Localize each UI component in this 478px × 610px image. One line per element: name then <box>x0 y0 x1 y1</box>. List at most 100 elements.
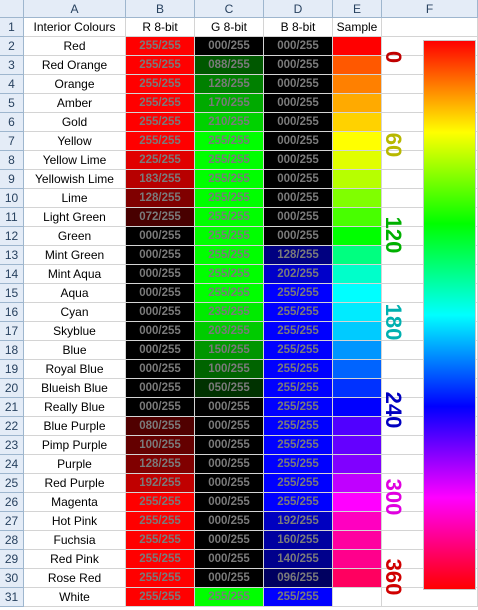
blue-value-cell[interactable]: 000/255 <box>264 94 333 113</box>
colour-name-cell[interactable]: Green <box>24 227 126 246</box>
red-value-cell[interactable]: 000/255 <box>126 246 195 265</box>
row-header[interactable]: 5 <box>0 94 24 113</box>
blue-value-cell[interactable]: 255/255 <box>264 379 333 398</box>
column-header-d[interactable]: D <box>264 0 333 18</box>
green-value-cell[interactable]: 000/255 <box>195 531 264 550</box>
red-value-cell[interactable]: 100/255 <box>126 436 195 455</box>
sample-swatch-cell[interactable] <box>333 493 382 512</box>
row-header[interactable]: 27 <box>0 512 24 531</box>
blue-value-cell[interactable]: 140/255 <box>264 550 333 569</box>
sample-swatch-cell[interactable] <box>333 265 382 284</box>
sample-swatch-cell[interactable] <box>333 75 382 94</box>
green-value-cell[interactable]: 255/255 <box>195 189 264 208</box>
colour-name-cell[interactable]: Aqua <box>24 284 126 303</box>
green-value-cell[interactable]: 170/255 <box>195 94 264 113</box>
column-header-e[interactable]: E <box>333 0 382 18</box>
red-value-cell[interactable]: 255/255 <box>126 550 195 569</box>
row-header[interactable]: 19 <box>0 360 24 379</box>
red-value-cell[interactable]: 255/255 <box>126 75 195 94</box>
row-header[interactable]: 18 <box>0 341 24 360</box>
blue-value-cell[interactable]: 128/255 <box>264 246 333 265</box>
blue-value-cell[interactable]: 255/255 <box>264 588 333 607</box>
red-value-cell[interactable]: 000/255 <box>126 360 195 379</box>
colour-name-cell[interactable]: Red <box>24 37 126 56</box>
row-header[interactable]: 11 <box>0 208 24 227</box>
colour-name-cell[interactable]: Mint Green <box>24 246 126 265</box>
blue-value-cell[interactable]: 192/255 <box>264 512 333 531</box>
blue-value-cell[interactable]: 096/255 <box>264 569 333 588</box>
green-value-cell[interactable]: 100/255 <box>195 360 264 379</box>
colour-name-cell[interactable]: Really Blue <box>24 398 126 417</box>
blue-value-cell[interactable]: 000/255 <box>264 56 333 75</box>
blue-value-cell[interactable]: 000/255 <box>264 151 333 170</box>
sample-swatch-cell[interactable] <box>333 37 382 56</box>
colour-name-cell[interactable]: Magenta <box>24 493 126 512</box>
green-value-cell[interactable]: 255/255 <box>195 284 264 303</box>
row-header[interactable]: 20 <box>0 379 24 398</box>
row-header[interactable]: 26 <box>0 493 24 512</box>
blue-value-cell[interactable]: 255/255 <box>264 455 333 474</box>
colour-name-cell[interactable]: Red Purple <box>24 474 126 493</box>
row-header[interactable]: 29 <box>0 550 24 569</box>
row-header[interactable]: 24 <box>0 455 24 474</box>
sample-swatch-cell[interactable] <box>333 94 382 113</box>
blue-value-cell[interactable]: 000/255 <box>264 37 333 56</box>
row-header[interactable]: 7 <box>0 132 24 151</box>
row-header[interactable]: 6 <box>0 113 24 132</box>
red-value-cell[interactable]: 000/255 <box>126 227 195 246</box>
blue-value-cell[interactable]: 000/255 <box>264 227 333 246</box>
colour-name-cell[interactable]: Blue <box>24 341 126 360</box>
row-header[interactable]: 23 <box>0 436 24 455</box>
row-header[interactable]: 2 <box>0 37 24 56</box>
sample-swatch-cell[interactable] <box>333 284 382 303</box>
column-header-f[interactable]: F <box>382 0 478 18</box>
red-value-cell[interactable]: 000/255 <box>126 284 195 303</box>
blue-value-cell[interactable]: 255/255 <box>264 360 333 379</box>
blue-value-cell[interactable]: 255/255 <box>264 417 333 436</box>
blue-value-cell[interactable]: 255/255 <box>264 474 333 493</box>
blue-value-cell[interactable]: 000/255 <box>264 75 333 94</box>
blue-value-cell[interactable]: 000/255 <box>264 208 333 227</box>
red-value-cell[interactable]: 255/255 <box>126 531 195 550</box>
row-header[interactable]: 13 <box>0 246 24 265</box>
row-header[interactable]: 10 <box>0 189 24 208</box>
blue-value-cell[interactable]: 255/255 <box>264 436 333 455</box>
colour-name-cell[interactable]: Orange <box>24 75 126 94</box>
row-header[interactable]: 28 <box>0 531 24 550</box>
green-value-cell[interactable]: 255/255 <box>195 151 264 170</box>
row-header[interactable]: 16 <box>0 303 24 322</box>
colour-name-cell[interactable]: Hot Pink <box>24 512 126 531</box>
blue-value-cell[interactable]: 000/255 <box>264 189 333 208</box>
sample-swatch-cell[interactable] <box>333 151 382 170</box>
header-cell-c[interactable]: G 8-bit <box>195 18 264 37</box>
green-value-cell[interactable]: 235/255 <box>195 303 264 322</box>
colour-name-cell[interactable]: White <box>24 588 126 607</box>
row-header[interactable]: 22 <box>0 417 24 436</box>
colour-name-cell[interactable]: Royal Blue <box>24 360 126 379</box>
sample-swatch-cell[interactable] <box>333 512 382 531</box>
sample-swatch-cell[interactable] <box>333 113 382 132</box>
green-value-cell[interactable]: 000/255 <box>195 474 264 493</box>
blue-value-cell[interactable]: 000/255 <box>264 132 333 151</box>
colour-name-cell[interactable]: Fuchsia <box>24 531 126 550</box>
red-value-cell[interactable]: 183/255 <box>126 170 195 189</box>
sample-swatch-cell[interactable] <box>333 588 382 607</box>
green-value-cell[interactable]: 210/255 <box>195 113 264 132</box>
red-value-cell[interactable]: 000/255 <box>126 322 195 341</box>
green-value-cell[interactable]: 000/255 <box>195 493 264 512</box>
column-header-a[interactable]: A <box>24 0 126 18</box>
green-value-cell[interactable]: 000/255 <box>195 512 264 531</box>
colour-name-cell[interactable]: Cyan <box>24 303 126 322</box>
green-value-cell[interactable]: 203/255 <box>195 322 264 341</box>
sample-swatch-cell[interactable] <box>333 170 382 189</box>
green-value-cell[interactable]: 000/255 <box>195 550 264 569</box>
red-value-cell[interactable]: 128/255 <box>126 189 195 208</box>
sample-swatch-cell[interactable] <box>333 569 382 588</box>
sample-swatch-cell[interactable] <box>333 246 382 265</box>
header-cell-d[interactable]: B 8-bit <box>264 18 333 37</box>
colour-name-cell[interactable]: Yellow <box>24 132 126 151</box>
sample-swatch-cell[interactable] <box>333 322 382 341</box>
blue-value-cell[interactable]: 255/255 <box>264 341 333 360</box>
red-value-cell[interactable]: 255/255 <box>126 512 195 531</box>
sample-swatch-cell[interactable] <box>333 455 382 474</box>
